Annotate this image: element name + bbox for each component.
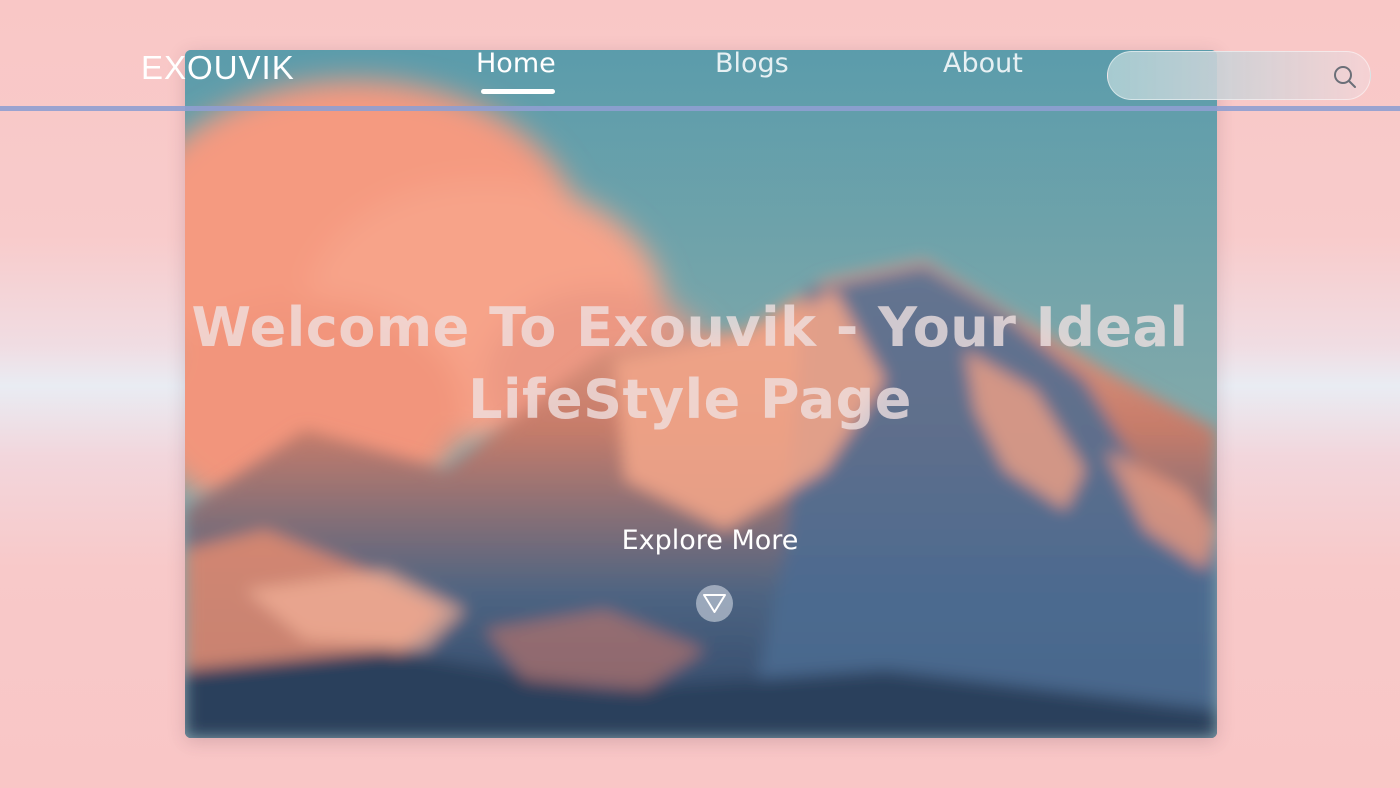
search-icon[interactable] — [1332, 64, 1358, 90]
hero-headline: Welcome To Exouvik - Your Ideal LifeStyl… — [191, 296, 1189, 431]
nav-item-about[interactable]: About — [943, 48, 1023, 79]
chevron-down-icon — [703, 594, 726, 613]
site-logo[interactable]: EXOUVIK — [141, 49, 295, 87]
nav-item-home[interactable]: Home — [476, 48, 556, 79]
scroll-down-button[interactable] — [696, 585, 733, 622]
nav-item-blogs[interactable]: Blogs — [715, 48, 789, 79]
navbar-divider — [0, 106, 1400, 111]
search-bar[interactable] — [1107, 51, 1371, 100]
search-input[interactable] — [1126, 60, 1330, 92]
explore-more-button[interactable]: Explore More — [585, 525, 835, 556]
nav-active-indicator — [481, 89, 555, 94]
